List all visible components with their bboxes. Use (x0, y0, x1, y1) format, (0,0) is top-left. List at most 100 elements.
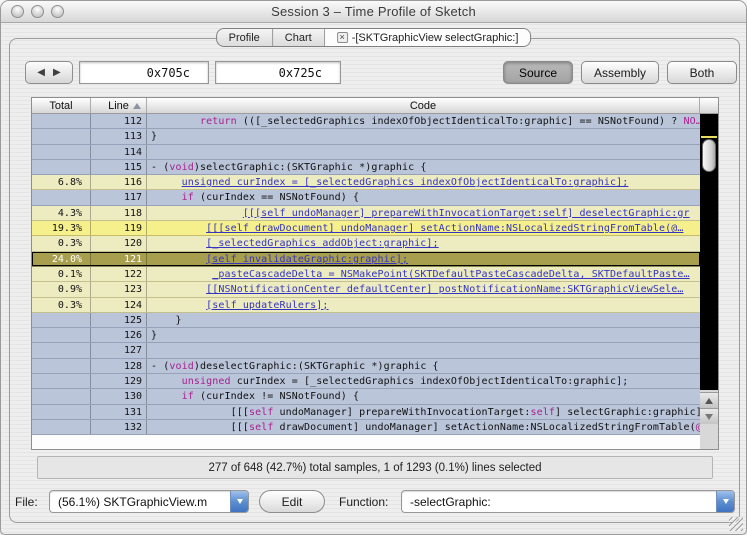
vertical-scrollbar[interactable] (700, 114, 718, 449)
line-number: 117 (91, 190, 147, 205)
tab-sktgraphicview-selectgraphic[interactable]: × -[SKTGraphicView selectGraphic:] (324, 29, 531, 46)
code-row-128[interactable]: 128 - (void)deselectGraphic:(SKTGraphic *… (32, 358, 700, 375)
back-icon[interactable]: ◀ (37, 67, 45, 78)
line-number: 116 (91, 175, 147, 190)
line-number: 112 (91, 114, 147, 129)
total-percent (32, 419, 91, 435)
profile-code-table: Total Line Code 112 return (([_selectedG… (31, 97, 719, 450)
code-row-125[interactable]: 125 } (32, 312, 700, 329)
code-text: } (151, 131, 158, 143)
code-row-131[interactable]: 131 [[[self undoManager] prepareWithInvo… (32, 404, 700, 420)
tab-close-icon[interactable]: × (336, 32, 348, 43)
scrollbar-track[interactable] (700, 114, 718, 390)
total-percent (32, 312, 91, 328)
code-row-122[interactable]: 0.1% 122 _pasteCascadeDelta = NSMakePoint… (32, 266, 700, 283)
code-row-120[interactable]: 0.3% 120 [_selectedGraphics addObject:gra… (32, 236, 700, 252)
total-percent: 6.8% (32, 175, 91, 190)
code-text: unsigned curIndex = [_selectedGraphics i… (181, 177, 629, 189)
scroll-up-icon (705, 397, 713, 404)
code-text: [[[self undoManager] prepareWithInvocati… (230, 406, 700, 418)
total-percent (32, 129, 91, 144)
total-percent: 0.3% (32, 236, 91, 251)
line-number: 123 (91, 282, 147, 297)
code-row-132[interactable]: 132 [[[self drawDocument] undoManager] s… (32, 419, 700, 436)
column-header-line[interactable]: Line (91, 98, 147, 113)
line-number: 130 (91, 389, 147, 404)
code-text: if (curIndex != NSNotFound) { (181, 391, 360, 403)
function-popup[interactable]: -selectGraphic: (401, 490, 735, 513)
code-row-116[interactable]: 6.8% 116 unsigned curIndex = [_selectedGr… (32, 175, 700, 191)
edit-button[interactable]: Edit (259, 490, 325, 513)
address-start-field[interactable] (79, 61, 209, 84)
code-row-126[interactable]: 126} (32, 328, 700, 344)
title-bar: Session 3 – Time Profile of Sketch (1, 1, 746, 23)
scrollbar-thumb[interactable] (702, 139, 716, 172)
address-end-field[interactable] (215, 61, 341, 84)
forward-icon[interactable]: ▶ (53, 67, 61, 78)
code-row-114[interactable]: 114 (32, 144, 700, 160)
total-percent (32, 144, 91, 159)
code-row-123[interactable]: 0.9% 123 [[NSNotificationCenter defaultCe… (32, 282, 700, 298)
file-popup-value: (56.1%) SKTGraphicView.m (58, 494, 208, 509)
sort-ascending-icon (133, 103, 141, 109)
total-percent (32, 190, 91, 205)
line-number: 129 (91, 374, 147, 389)
file-popup[interactable]: (56.1%) SKTGraphicView.m (49, 490, 249, 513)
scroll-down-button[interactable] (700, 408, 718, 424)
column-header-total[interactable]: Total (32, 98, 91, 113)
table-header: Total Line Code (32, 98, 718, 114)
code-text: [[[self drawDocument] undoManager] setAc… (206, 223, 684, 235)
total-percent (32, 159, 91, 175)
tab-profile[interactable]: Profile (217, 29, 273, 46)
code-text: return (([_selectedGraphics indexOfObjec… (199, 116, 700, 127)
total-percent: 0.9% (32, 282, 91, 297)
line-number: 125 (91, 312, 147, 328)
scroll-down-icon (705, 413, 713, 420)
column-header-code[interactable]: Code (147, 98, 700, 113)
total-percent: 19.3% (32, 221, 91, 236)
scroll-up-button[interactable] (700, 392, 718, 408)
code-text: if (curIndex == NSNotFound) { (181, 192, 360, 204)
line-number: 121 (91, 251, 147, 266)
file-popup-arrow-icon (230, 491, 248, 512)
code-row-117[interactable]: 117 if (curIndex == NSNotFound) { (32, 190, 700, 206)
code-rows: 112 return (([_selectedGraphics indexOfO… (32, 114, 700, 436)
window-controls (11, 5, 64, 18)
code-row-118[interactable]: 4.3% 118 [[[self undoManager] prepareWith… (32, 205, 700, 222)
line-number: 124 (91, 297, 147, 312)
code-row-129[interactable]: 129 unsigned curIndex = [_selectedGraphi… (32, 374, 700, 390)
code-row-115[interactable]: 115 - (void)selectGraphic:(SKTGraphic *)g… (32, 159, 700, 176)
tab-label: Profile (228, 31, 260, 44)
file-label: File: (15, 495, 38, 509)
close-window-icon[interactable] (11, 5, 24, 18)
assembly-button[interactable]: Assembly (581, 61, 660, 84)
view-mode-buttons: Source Assembly Both (503, 61, 738, 84)
code-text: - (void)deselectGraphic:(SKTGraphic *)gr… (151, 360, 439, 372)
hotspot-marker (701, 136, 717, 138)
code-row-124[interactable]: 0.3% 124 [self updateRulers]; (32, 297, 700, 313)
tab-label: Chart (284, 31, 312, 44)
total-percent: 24.0% (32, 251, 91, 266)
source-button[interactable]: Source (503, 61, 573, 84)
code-text: [[[self drawDocument] undoManager] setAc… (230, 421, 700, 433)
line-number: 120 (91, 236, 147, 251)
minimize-window-icon[interactable] (31, 5, 44, 18)
function-popup-arrow-icon (716, 491, 734, 512)
zoom-window-icon[interactable] (51, 5, 64, 18)
resize-grip[interactable] (729, 517, 743, 531)
code-text: } (151, 330, 158, 342)
line-number: 126 (91, 328, 147, 343)
code-row-121[interactable]: 24.0% 121 [self invalidateGraphic:graphic… (32, 251, 700, 267)
total-percent (32, 374, 91, 389)
tab-chart[interactable]: Chart (273, 29, 325, 46)
code-row-130[interactable]: 130 if (curIndex != NSNotFound) { (32, 389, 700, 405)
code-row-119[interactable]: 19.3% 119 [[[self drawDocument] undoManag… (32, 221, 700, 237)
code-row-113[interactable]: 113} (32, 129, 700, 145)
tab-label: -[SKTGraphicView selectGraphic:] (351, 31, 519, 44)
code-row-112[interactable]: 112 return (([_selectedGraphics indexOfO… (32, 114, 700, 130)
both-button[interactable]: Both (667, 61, 738, 84)
line-number: 114 (91, 144, 147, 159)
code-row-127[interactable]: 127 (32, 343, 700, 359)
line-number: 118 (91, 205, 147, 221)
total-percent (32, 358, 91, 374)
